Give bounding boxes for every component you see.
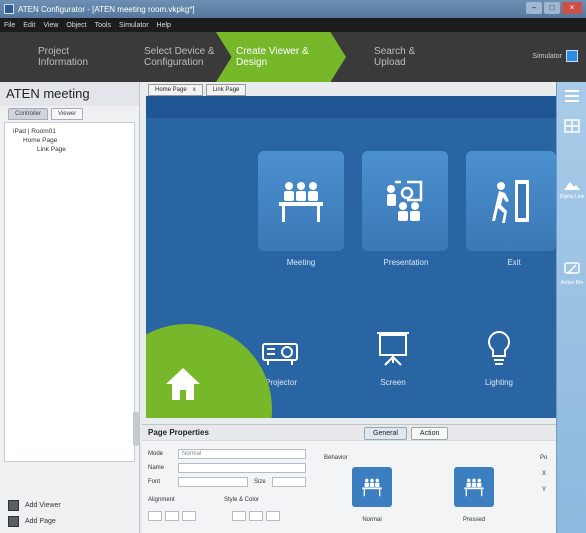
tab-link-page[interactable]: Link Page xyxy=(205,84,247,96)
screen-label: Screen xyxy=(380,378,406,387)
list-icon[interactable] xyxy=(563,88,581,104)
pressed-label: Pressed xyxy=(462,517,485,523)
window-title: ATEN Configurator - [ATEN meeting room.v… xyxy=(18,4,195,14)
close-tab-icon[interactable]: x xyxy=(193,87,196,93)
grid-icon[interactable] xyxy=(563,118,581,134)
app-icon xyxy=(4,4,14,14)
y-label: Y xyxy=(542,487,547,493)
align-right-button[interactable] xyxy=(182,511,196,521)
align-center-button[interactable] xyxy=(165,511,179,521)
exit-icon xyxy=(466,151,556,251)
tree-item-link-page[interactable]: Link Page xyxy=(9,145,130,154)
menu-bar: File Edit View Object Tools Simulator He… xyxy=(0,18,586,32)
tab-action[interactable]: Action xyxy=(410,427,449,440)
presentation-tile[interactable] xyxy=(362,151,448,251)
object-toolbox: Digital Link Action Btn xyxy=(556,82,586,533)
menu-edit[interactable]: Edit xyxy=(23,22,35,29)
italic-button[interactable] xyxy=(249,511,263,521)
add-page-button[interactable]: Add Page xyxy=(8,516,56,527)
normal-state-button[interactable] xyxy=(352,467,392,507)
alignment-label: Alignment xyxy=(148,497,175,503)
name-field[interactable] xyxy=(178,463,306,473)
title-bar: ATEN Configurator - [ATEN meeting room.v… xyxy=(0,0,586,18)
image-icon[interactable] xyxy=(563,176,581,192)
position-label: Po xyxy=(540,455,548,461)
lightbulb-icon[interactable] xyxy=(474,324,524,374)
screen-icon[interactable] xyxy=(368,324,418,374)
x-label: X xyxy=(542,471,547,477)
menu-simulator[interactable]: Simulator xyxy=(119,22,149,29)
meeting-icon xyxy=(258,151,344,251)
normal-label: Normal xyxy=(362,517,382,523)
presentation-label: Presentation xyxy=(383,258,429,267)
page-tree: iPad | Room01 Home Page Link Page xyxy=(4,122,135,462)
page-tabs: Home Page x Link Page xyxy=(142,84,556,96)
design-canvas[interactable]: Meeting Presentation Exit Projector Scre… xyxy=(146,96,556,418)
button-icon[interactable] xyxy=(563,260,581,276)
menu-view[interactable]: View xyxy=(43,22,58,29)
bold-button[interactable] xyxy=(232,511,246,521)
mode-select[interactable]: Normal xyxy=(178,449,306,459)
meeting-label: Meeting xyxy=(286,258,316,267)
size-field[interactable] xyxy=(271,477,306,487)
behavior-label: Behavior xyxy=(324,455,348,461)
plus-icon xyxy=(8,516,19,527)
lighting-label: Lighting xyxy=(484,378,514,387)
digital-link-label: Digital Link xyxy=(559,194,585,200)
close-button[interactable]: × xyxy=(562,2,582,14)
projector-icon[interactable] xyxy=(256,328,306,378)
menu-tools[interactable]: Tools xyxy=(95,22,111,29)
action-button-label: Action Btn xyxy=(560,280,584,286)
page-properties-panel: Page Properties General Action Mode Norm… xyxy=(142,424,560,533)
tab-general[interactable]: General xyxy=(364,427,407,440)
name-label: Name xyxy=(148,465,165,471)
style-color-label: Style & Color xyxy=(224,497,260,503)
tab-home-page[interactable]: Home Page x xyxy=(148,84,203,96)
splitter-handle[interactable] xyxy=(133,412,139,446)
size-label: Size xyxy=(254,479,266,485)
tree-item-ipad[interactable]: iPad | Room01 xyxy=(9,127,130,136)
tab-controller[interactable]: Controller xyxy=(8,108,49,120)
add-viewer-button[interactable]: Add Viewer xyxy=(8,500,61,511)
meeting-tile[interactable] xyxy=(258,151,344,251)
sidebar: ATEN meeting Controller Viewer iPad | Ro… xyxy=(0,82,140,533)
properties-title: Page Properties xyxy=(148,428,209,437)
minimize-button[interactable]: – xyxy=(526,2,542,14)
color-button[interactable] xyxy=(266,511,280,521)
step-project-information[interactable]: Project Information xyxy=(0,32,132,82)
font-label: Font xyxy=(148,479,161,485)
project-title: ATEN meeting xyxy=(0,82,139,106)
menu-object[interactable]: Object xyxy=(66,22,86,29)
exit-tile[interactable] xyxy=(466,151,556,251)
step-select-device[interactable]: Select Device & Configuration xyxy=(132,32,222,82)
simulator-icon[interactable] xyxy=(566,50,578,62)
app-window: ATEN Configurator - [ATEN meeting room.v… xyxy=(0,0,586,533)
plus-icon xyxy=(8,500,19,511)
simulator-label: Simulator xyxy=(532,52,562,60)
maximize-button[interactable]: □ xyxy=(544,2,560,14)
presentation-icon xyxy=(362,151,448,251)
mode-label: Mode xyxy=(148,451,164,457)
tree-item-home-page[interactable]: Home Page xyxy=(9,136,130,145)
meeting-icon xyxy=(362,478,382,497)
pressed-state-button[interactable] xyxy=(454,467,494,507)
meeting-icon xyxy=(464,478,484,497)
simulator-toggle[interactable]: Simulator xyxy=(532,50,578,62)
home-icon[interactable] xyxy=(164,366,202,407)
step-create-viewer[interactable]: Create Viewer & Design xyxy=(216,32,346,82)
step-search-upload[interactable]: Search & Upload xyxy=(346,32,486,82)
font-select[interactable] xyxy=(178,477,248,487)
menu-file[interactable]: File xyxy=(4,22,15,29)
exit-label: Exit xyxy=(507,258,521,267)
align-left-button[interactable] xyxy=(148,511,162,521)
tab-viewer[interactable]: Viewer xyxy=(51,108,84,120)
menu-help[interactable]: Help xyxy=(157,22,171,29)
wizard-steps: Project Information Select Device & Config… xyxy=(0,32,586,82)
